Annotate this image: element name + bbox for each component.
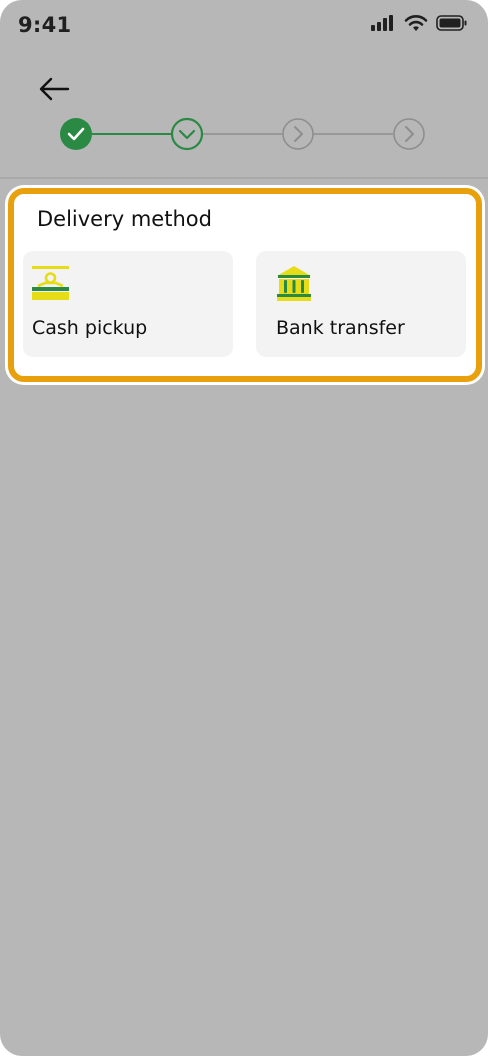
cash-pickup-label: Cash pickup [32,317,148,339]
bank-icon [276,265,314,303]
phone-screen: 9:41 Delivery method Cash pickup Bank tr… [0,0,488,1056]
progress-stepper [0,114,488,154]
bank-transfer-label: Bank transfer [276,317,405,339]
wifi-icon [404,14,428,32]
header-divider [0,177,488,179]
step-3-upcoming [282,118,314,150]
step-4-upcoming [393,118,425,150]
step-2-current [170,117,204,151]
step-1-completed [60,118,92,150]
back-button[interactable] [34,74,74,108]
chevron-down-icon [178,129,196,140]
cash-pickup-option[interactable]: Cash pickup [23,251,233,357]
delivery-method-card: Delivery method Cash pickup Bank transfe… [8,188,482,382]
bank-transfer-option[interactable]: Bank transfer [256,251,466,357]
chevron-right-icon [294,126,303,142]
status-time: 9:41 [18,13,72,37]
status-bar: 9:41 [0,0,488,52]
signal-icon [370,14,396,32]
chevron-right-icon [405,126,414,142]
status-icons [370,14,468,32]
arrow-left-icon [38,76,70,106]
battery-icon [436,14,468,32]
delivery-method-title: Delivery method [37,207,212,231]
cash-pickup-icon [32,265,70,303]
